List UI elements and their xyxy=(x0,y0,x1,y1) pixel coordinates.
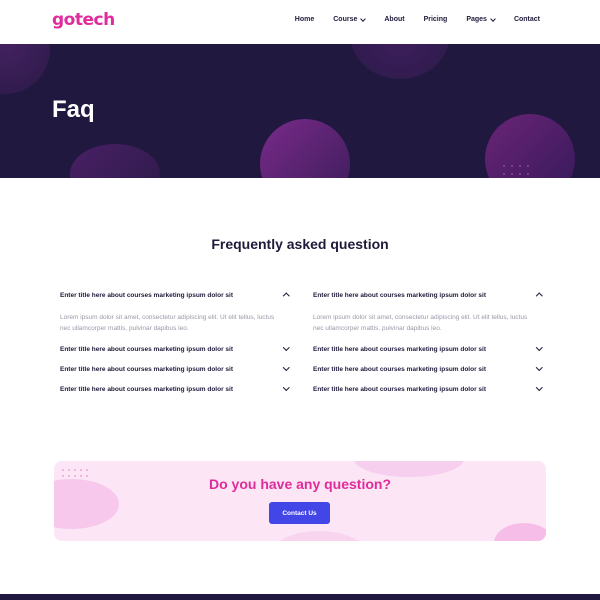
nav-pages-label: Pages xyxy=(466,16,487,23)
decorative-blob xyxy=(260,119,350,178)
page-title: Faq xyxy=(52,96,95,123)
chevron-down-icon[interactable] xyxy=(282,364,289,371)
site-header: gotech Home Course About Pricing Pages C… xyxy=(0,0,600,44)
faq-item: Enter title here about courses marketing… xyxy=(313,362,543,376)
faq-item: Enter title here about courses marketing… xyxy=(60,288,290,334)
faq-item: Enter title here about courses marketing… xyxy=(313,382,543,396)
chevron-down-icon xyxy=(360,15,367,22)
chevron-up-icon[interactable] xyxy=(535,292,542,300)
nav-home[interactable]: Home xyxy=(295,16,314,23)
faq-answer: Lorem ipsum dolor sit amet, consectetur … xyxy=(60,314,275,332)
footer xyxy=(0,594,600,600)
nav-course[interactable]: Course xyxy=(333,15,367,23)
chevron-down-icon[interactable] xyxy=(535,384,542,391)
faq-question[interactable]: Enter title here about courses marketing… xyxy=(60,362,290,376)
hero-banner: Faq xyxy=(0,44,600,178)
faq-item: Enter title here about courses marketing… xyxy=(313,288,543,334)
faq-question-text: Enter title here about courses marketing… xyxy=(313,291,487,299)
faq-question-text: Enter title here about courses marketing… xyxy=(60,291,234,299)
nav-about-label: About xyxy=(384,16,405,23)
nav-pricing[interactable]: Pricing xyxy=(424,16,448,23)
chevron-down-icon[interactable] xyxy=(282,384,289,391)
decorative-blob xyxy=(0,44,50,94)
decorative-blob xyxy=(485,114,575,178)
dot-pattern xyxy=(500,162,530,178)
faq-answer: Lorem ipsum dolor sit amet, consectetur … xyxy=(313,314,528,332)
nav-about[interactable]: About xyxy=(384,16,404,23)
faq-question-text: Enter title here about courses marketing… xyxy=(60,345,234,353)
nav-contact[interactable]: Contact xyxy=(514,16,540,23)
faq-question[interactable]: Enter title here about courses marketing… xyxy=(313,342,543,356)
decorative-blob xyxy=(354,461,464,477)
nav-home-label: Home xyxy=(294,16,315,23)
faq-item: Enter title here about courses marketing… xyxy=(60,342,290,356)
contact-us-button[interactable]: Contact Us xyxy=(269,502,330,524)
faq-item: Enter title here about courses marketing… xyxy=(60,362,290,376)
nav-contact-label: Contact xyxy=(513,16,540,23)
nav-course-label: Course xyxy=(333,16,358,23)
faq-question-text: Enter title here about courses marketing… xyxy=(313,365,487,373)
nav-pricing-label: Pricing xyxy=(423,16,448,23)
chevron-down-icon[interactable] xyxy=(282,344,289,351)
faq-item: Enter title here about courses marketing… xyxy=(60,382,290,396)
faq-question[interactable]: Enter title here about courses marketing… xyxy=(313,382,543,396)
decorative-blob xyxy=(70,144,160,178)
faq-question[interactable]: Enter title here about courses marketing… xyxy=(60,288,290,302)
faq-column-right: Enter title here about courses marketing… xyxy=(313,288,543,396)
faq-heading: Frequently asked question xyxy=(211,236,389,252)
chevron-down-icon[interactable] xyxy=(535,344,542,351)
faq-question[interactable]: Enter title here about courses marketing… xyxy=(60,342,290,356)
decorative-blob xyxy=(350,44,450,79)
faq-question-text: Enter title here about courses marketing… xyxy=(313,345,487,353)
faq-question-text: Enter title here about courses marketing… xyxy=(60,365,234,373)
faq-question[interactable]: Enter title here about courses marketing… xyxy=(313,362,543,376)
faq-item: Enter title here about courses marketing… xyxy=(313,342,543,356)
cta-title: Do you have any question? xyxy=(208,476,392,492)
faq-question[interactable]: Enter title here about courses marketing… xyxy=(60,382,290,396)
decorative-blob xyxy=(494,523,546,541)
main-nav: Home Course About Pricing Pages Contact xyxy=(276,15,540,23)
chevron-down-icon xyxy=(490,15,496,22)
faq-question-text: Enter title here about courses marketing… xyxy=(313,385,487,393)
logo[interactable]: gotech xyxy=(52,10,115,30)
nav-pages[interactable]: Pages xyxy=(466,15,496,23)
faq-question[interactable]: Enter title here about courses marketing… xyxy=(313,288,543,302)
cta-banner: Do you have any question? Contact Us xyxy=(54,461,546,541)
faq-question-text: Enter title here about courses marketing… xyxy=(60,385,234,393)
decorative-blob xyxy=(274,531,364,541)
faq-column-left: Enter title here about courses marketing… xyxy=(60,288,290,396)
chevron-up-icon[interactable] xyxy=(282,292,289,300)
chevron-down-icon[interactable] xyxy=(535,364,542,371)
